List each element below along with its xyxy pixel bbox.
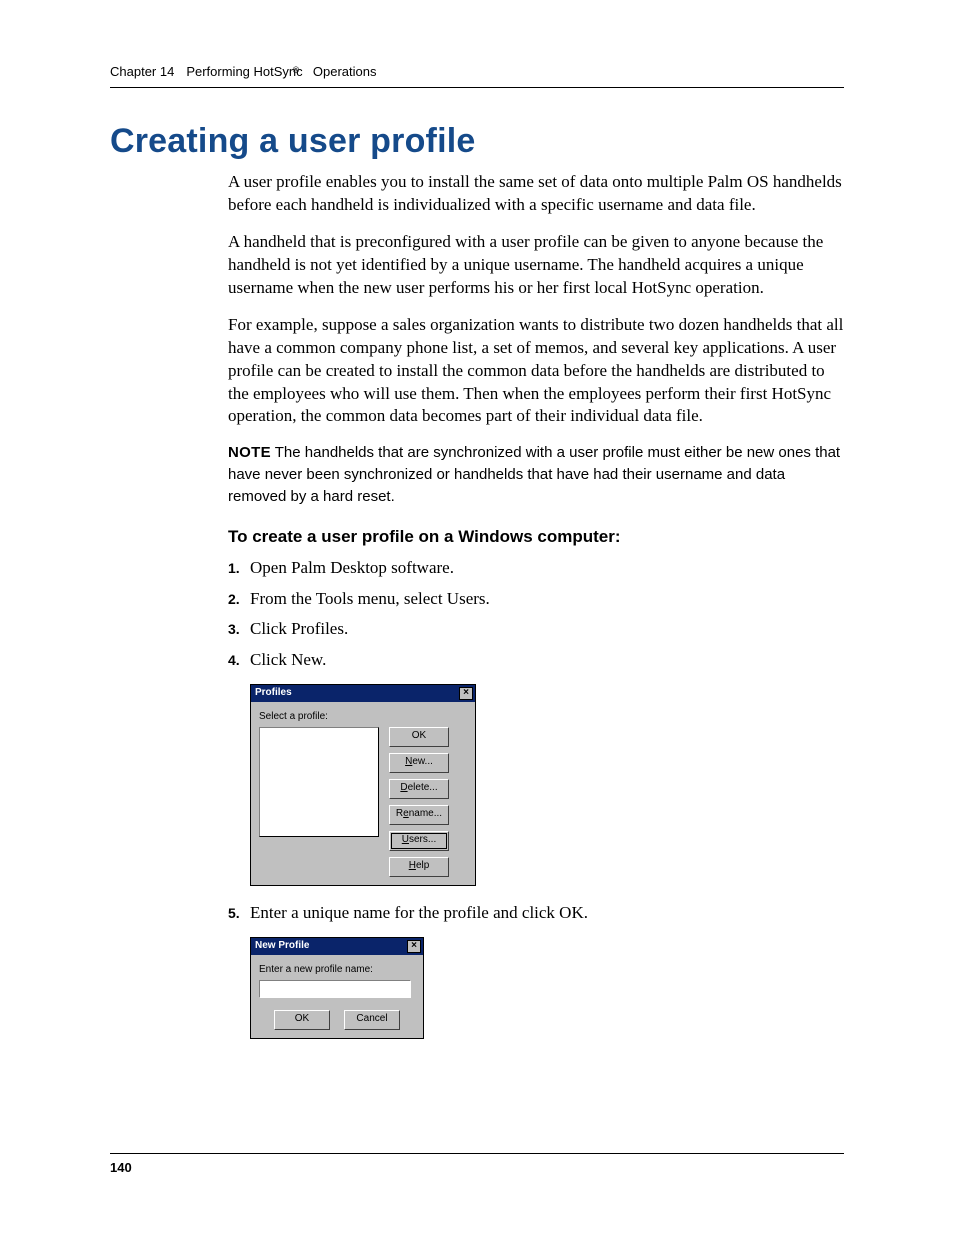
note-text: The handhelds that are synchronized with… [228, 444, 840, 505]
dialog-title-text: New Profile [255, 939, 309, 953]
ok-button[interactable]: OK [274, 1010, 330, 1030]
ok-button[interactable]: OK [389, 727, 449, 747]
chapter-title: Performing HotSync® Operations [186, 64, 376, 79]
step-text: Open Palm Desktop software. [250, 557, 454, 580]
paragraph: For example, suppose a sales organizatio… [228, 314, 844, 429]
procedure-heading: To create a user profile on a Windows co… [228, 526, 844, 549]
dialog-title-text: Profiles [255, 686, 292, 700]
new-profile-dialog: New Profile × Enter a new profile name: … [250, 937, 424, 1039]
step: 2.From the Tools menu, select Users. [228, 588, 844, 611]
rename-button[interactable]: Rename... [389, 805, 449, 825]
step: 3.Click Profiles. [228, 618, 844, 641]
step: 4.Click New. [228, 649, 844, 672]
close-icon[interactable]: × [407, 940, 421, 953]
dialog-titlebar: New Profile × [251, 938, 423, 955]
step-text: Enter a unique name for the profile and … [250, 902, 588, 925]
paragraph: A handheld that is preconfigured with a … [228, 231, 844, 300]
new-button[interactable]: New... [389, 753, 449, 773]
enter-name-label: Enter a new profile name: [259, 963, 415, 977]
step: 1.Open Palm Desktop software. [228, 557, 844, 580]
help-button[interactable]: Help [389, 857, 449, 877]
select-profile-label: Select a profile: [259, 710, 467, 724]
page-header: Chapter 14 Performing HotSync® Operation… [110, 64, 844, 88]
paragraph: A user profile enables you to install th… [228, 171, 844, 217]
page-footer: 140 [110, 1153, 844, 1175]
dialog-titlebar: Profiles × [251, 685, 475, 702]
step: 5.Enter a unique name for the profile an… [228, 902, 844, 925]
note-paragraph: NOTE The handhelds that are synchronized… [228, 442, 844, 507]
step-text: Click Profiles. [250, 618, 348, 641]
cancel-button[interactable]: Cancel [344, 1010, 400, 1030]
close-icon[interactable]: × [459, 687, 473, 700]
note-label: NOTE [228, 444, 271, 461]
profile-listbox[interactable] [259, 727, 379, 837]
delete-button[interactable]: Delete... [389, 779, 449, 799]
section-title: Creating a user profile [110, 122, 844, 161]
step-text: From the Tools menu, select Users. [250, 588, 490, 611]
step-text: Click New. [250, 649, 326, 672]
users-button[interactable]: Users... [389, 831, 449, 851]
page-number: 140 [110, 1160, 132, 1175]
profile-name-input[interactable] [259, 980, 411, 998]
chapter-number: Chapter 14 [110, 64, 174, 79]
profiles-dialog: Profiles × Select a profile: OK New... D… [250, 684, 476, 886]
